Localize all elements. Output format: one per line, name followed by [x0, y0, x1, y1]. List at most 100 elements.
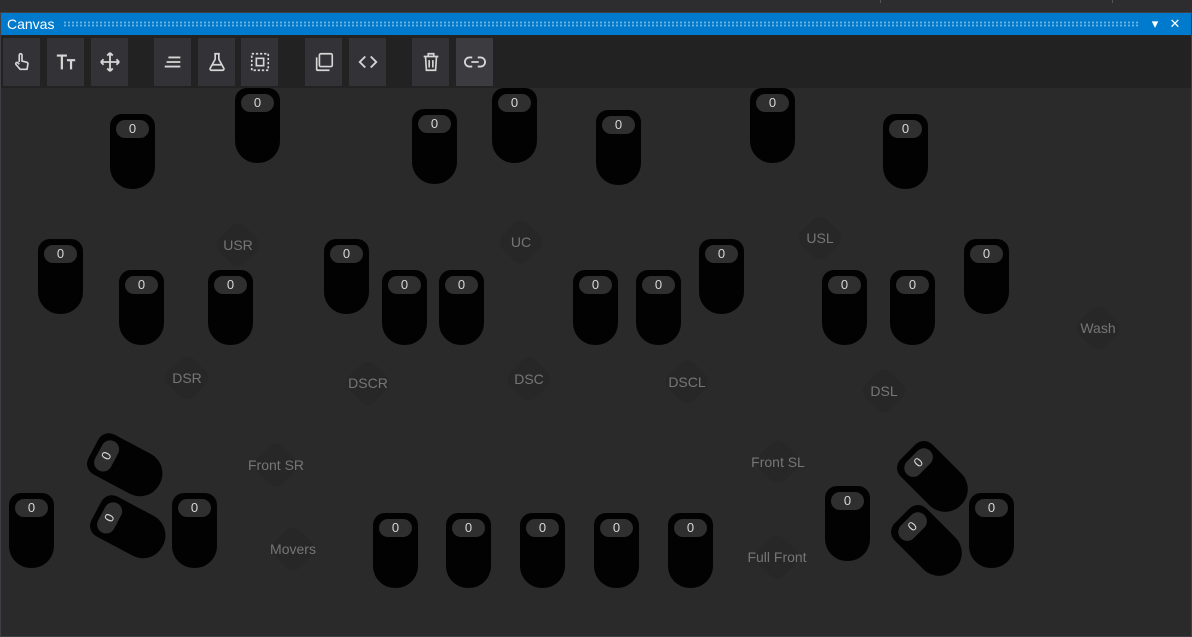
strip-divider [880, 0, 881, 3]
fixture[interactable]: 0 [594, 513, 639, 588]
group-label: Full Front [747, 549, 807, 565]
fixture[interactable]: 0 [373, 513, 418, 588]
fixture[interactable]: 0 [412, 109, 457, 184]
fixture[interactable]: 0 [382, 270, 427, 345]
group-dsr[interactable]: DSR [161, 352, 213, 404]
fixture-value: 0 [602, 116, 635, 134]
fixture-value: 0 [900, 444, 937, 481]
group-label: DSCL [668, 374, 706, 390]
stage-canvas[interactable]: 0 0 0 0 0 0 0 0 0 0 0 0 0 0 0 0 0 0 0 0 … [1, 88, 1191, 636]
fixture[interactable]: 0 [822, 270, 867, 345]
group-label: Front SR [248, 457, 305, 473]
fixture[interactable]: 0 [892, 436, 977, 521]
fixture[interactable]: 0 [235, 88, 280, 163]
group-movers[interactable]: Movers [267, 523, 319, 575]
group-label: Movers [270, 541, 316, 557]
fixture[interactable]: 0 [890, 270, 935, 345]
fixture[interactable]: 0 [446, 513, 491, 588]
move-tool-button[interactable] [91, 38, 128, 86]
fixture[interactable]: 0 [883, 114, 928, 189]
link-button[interactable] [456, 38, 493, 86]
fixture-value: 0 [178, 499, 211, 517]
fixture-value: 0 [600, 519, 633, 537]
fixture-value: 0 [241, 94, 274, 112]
fixture[interactable]: 0 [492, 88, 537, 163]
fixture[interactable]: 0 [208, 270, 253, 345]
fixture[interactable]: 0 [825, 486, 870, 561]
group-label: DSCR [348, 375, 388, 391]
fixture-value: 0 [93, 499, 126, 537]
group-dsl[interactable]: DSL [858, 365, 910, 417]
copy-window-button[interactable] [305, 38, 342, 86]
fixture-value: 0 [116, 120, 149, 138]
group-dscl[interactable]: DSCL [661, 356, 713, 408]
fixture[interactable]: 0 [750, 88, 795, 163]
fixture[interactable]: 0 [172, 493, 217, 568]
group-label: DSC [514, 371, 544, 387]
test-button[interactable] [198, 38, 235, 86]
close-icon[interactable]: ✕ [1166, 15, 1184, 33]
group-front-sr[interactable]: Front SR [248, 439, 305, 491]
strip-divider [1112, 0, 1113, 3]
text-tool-button[interactable] [47, 38, 84, 86]
group-usl[interactable]: USL [794, 212, 846, 264]
fixture[interactable]: 0 [9, 493, 54, 568]
group-label: USL [806, 230, 834, 246]
group-label: Front SL [751, 454, 805, 470]
fixture[interactable]: 0 [636, 270, 681, 345]
fixture-value: 0 [756, 94, 789, 112]
fixture[interactable]: 0 [520, 513, 565, 588]
fixture[interactable]: 0 [85, 491, 174, 566]
select-tool-button[interactable] [3, 38, 40, 86]
fixture[interactable]: 0 [699, 239, 744, 314]
group-front-sl[interactable]: Front SL [751, 436, 805, 488]
fixture-value: 0 [498, 94, 531, 112]
fixture-value: 0 [889, 120, 922, 138]
group-wash[interactable]: Wash [1072, 302, 1124, 354]
fixture-value: 0 [388, 276, 421, 294]
flask-icon [208, 52, 225, 72]
select-region-button[interactable] [241, 38, 278, 86]
fixture[interactable]: 0 [969, 493, 1014, 568]
fixture[interactable]: 0 [38, 239, 83, 314]
window-titlebar[interactable]: Canvas ▾ ✕ [1, 13, 1191, 35]
fixture-value: 0 [452, 519, 485, 537]
text-size-icon [56, 54, 75, 70]
fixture-value: 0 [579, 276, 612, 294]
delete-button[interactable] [412, 38, 449, 86]
dropdown-icon[interactable]: ▾ [1146, 15, 1164, 33]
fixture[interactable]: 0 [596, 110, 641, 185]
fixture[interactable]: 0 [573, 270, 618, 345]
group-dsc[interactable]: DSC [503, 353, 555, 405]
code-button[interactable] [349, 38, 386, 86]
copy-window-icon [315, 52, 333, 72]
group-label: DSL [870, 383, 898, 399]
group-dscr[interactable]: DSCR [342, 357, 394, 409]
fixture[interactable]: 0 [964, 239, 1009, 314]
fixture[interactable]: 0 [439, 270, 484, 345]
fixture-value: 0 [896, 276, 929, 294]
fixture[interactable]: 0 [82, 429, 171, 504]
link-icon [463, 56, 486, 68]
align-button[interactable] [154, 38, 191, 86]
fixture-value: 0 [445, 276, 478, 294]
fixture-value: 0 [894, 508, 931, 545]
fixture-value: 0 [330, 245, 363, 263]
top-strip [0, 0, 1192, 12]
group-label: DSR [172, 370, 202, 386]
group-full-front[interactable]: Full Front [747, 531, 807, 583]
move-arrows-icon [99, 52, 120, 72]
fixture[interactable]: 0 [110, 114, 155, 189]
group-usr[interactable]: USR [212, 219, 264, 271]
fixture-value: 0 [674, 519, 707, 537]
group-uc[interactable]: UC [495, 216, 547, 268]
fixture-value: 0 [418, 115, 451, 133]
fixture[interactable]: 0 [119, 270, 164, 345]
drag-grip[interactable] [63, 21, 1139, 27]
fixture[interactable]: 0 [886, 500, 971, 585]
window-title: Canvas [7, 16, 55, 32]
fixture[interactable]: 0 [668, 513, 713, 588]
fixture[interactable]: 0 [324, 239, 369, 314]
fixture-value: 0 [90, 437, 123, 475]
select-region-icon [250, 52, 269, 72]
